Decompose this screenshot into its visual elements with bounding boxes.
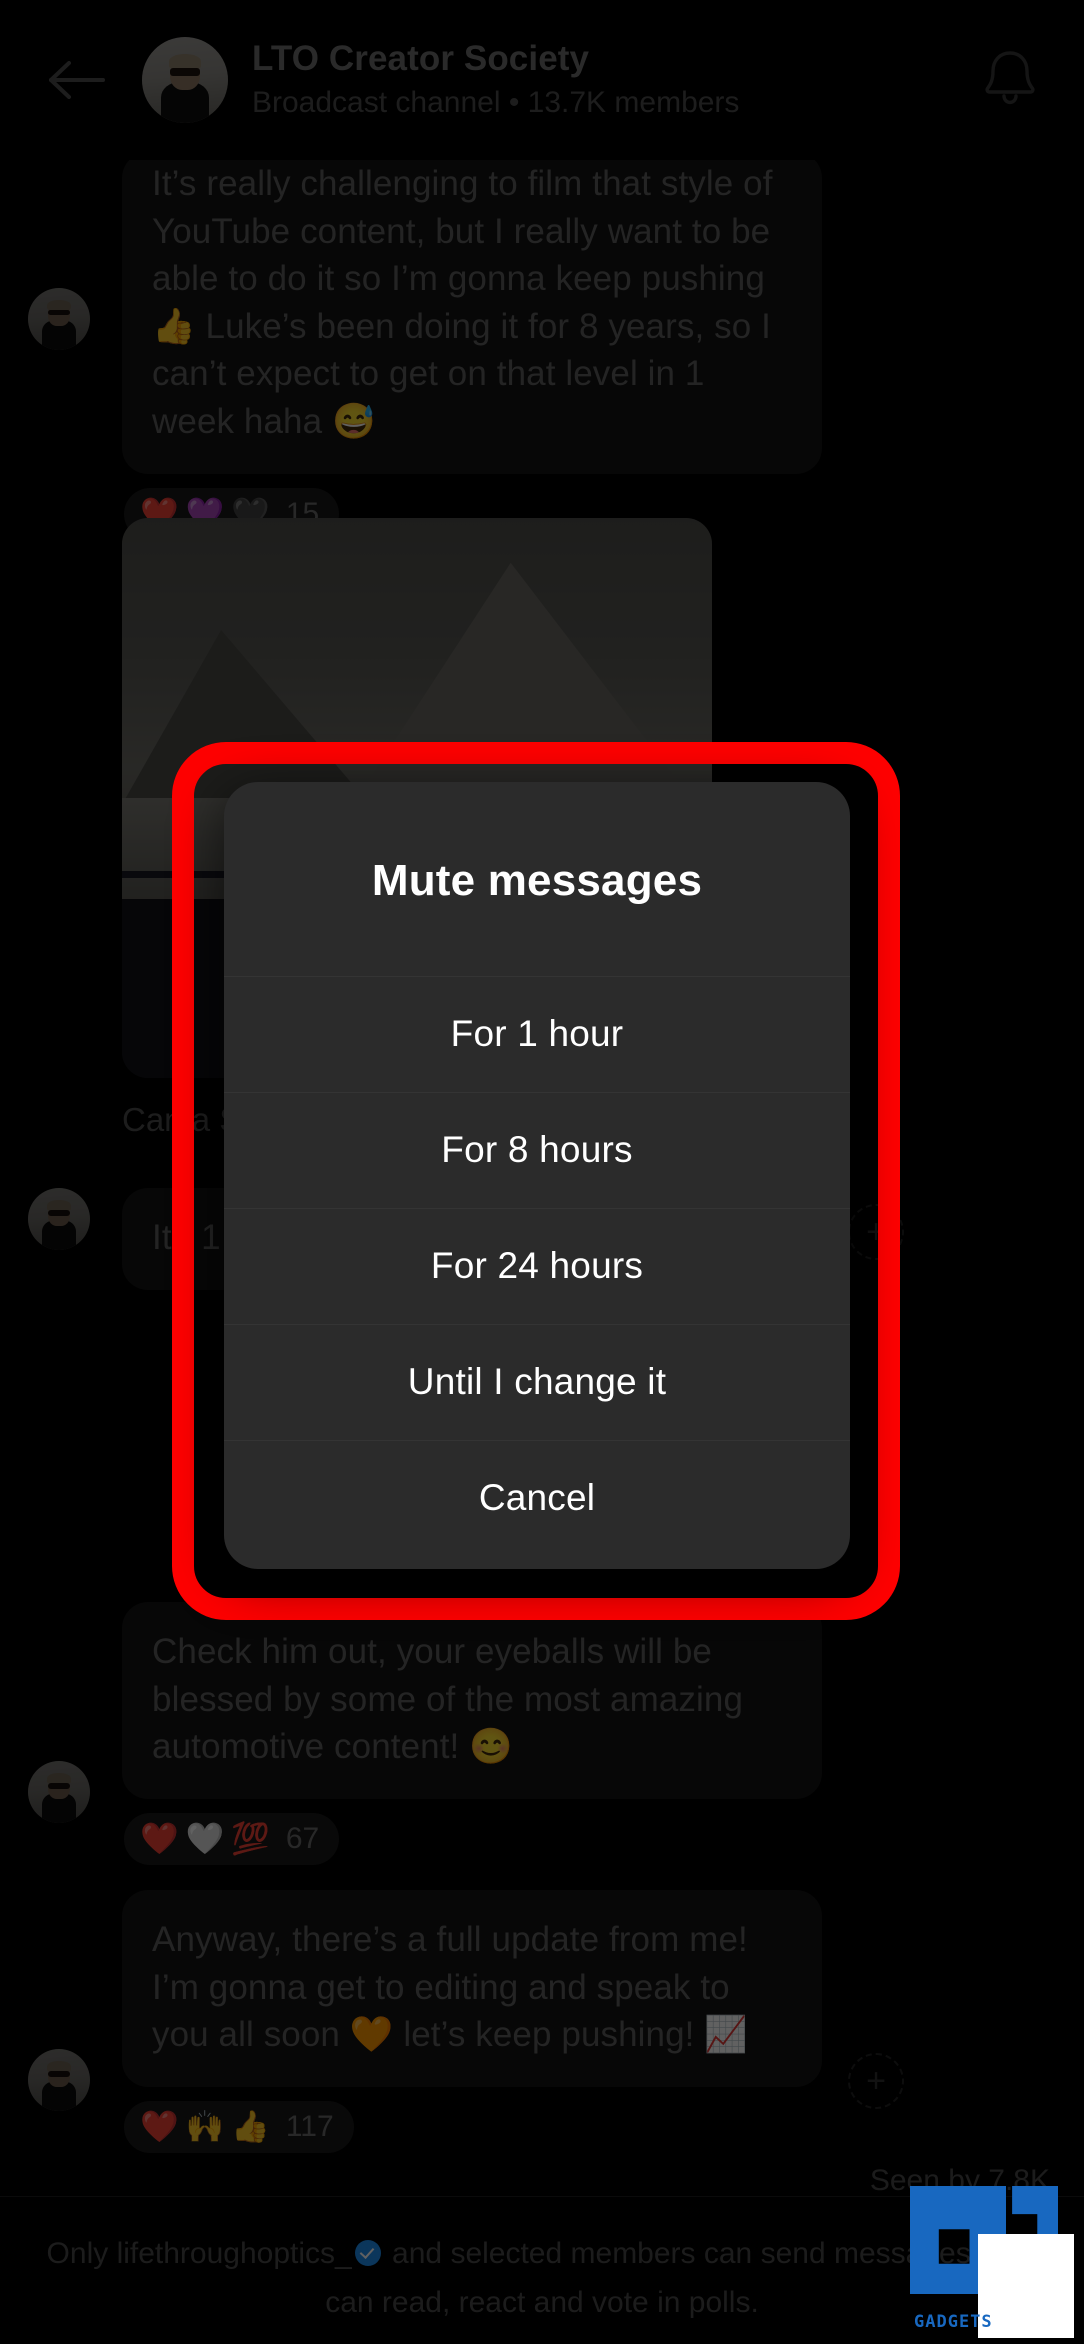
dialog-title: Mute messages xyxy=(371,856,703,905)
mute-option-24-hours[interactable]: For 24 hours xyxy=(224,1208,850,1324)
mute-option-1-hour[interactable]: For 1 hour xyxy=(224,976,850,1092)
app-screen: It’s really challenging to film that sty… xyxy=(0,0,1084,2344)
mute-option-8-hours[interactable]: For 8 hours xyxy=(224,1092,850,1208)
mute-option-until-change[interactable]: Until I change it xyxy=(224,1324,850,1440)
mute-messages-dialog: Mute messages For 1 hour For 8 hours For… xyxy=(224,782,850,1569)
watermark-label: GADGETS xyxy=(914,2312,993,2332)
cancel-button[interactable]: Cancel xyxy=(224,1440,850,1569)
watermark-logo: GADGETS xyxy=(910,2174,1074,2338)
